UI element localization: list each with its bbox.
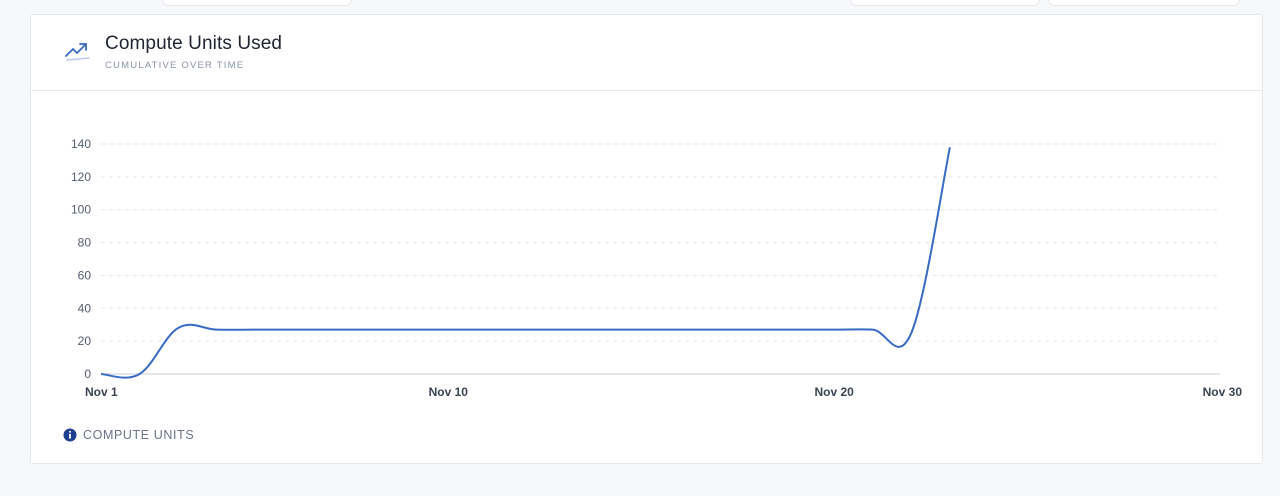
x-tick-label: Nov 30 bbox=[1203, 385, 1243, 399]
y-tick-label: 40 bbox=[78, 301, 92, 315]
x-tick-label: Nov 20 bbox=[814, 385, 854, 399]
top-control-right-2[interactable] bbox=[1048, 0, 1240, 6]
compute-units-card: Compute Units Used CUMULATIVE OVER TIME … bbox=[30, 14, 1263, 464]
info-icon bbox=[63, 428, 77, 442]
legend-label: COMPUTE UNITS bbox=[83, 428, 195, 442]
top-control-left[interactable] bbox=[162, 0, 352, 6]
x-tick-label: Nov 1 bbox=[85, 385, 118, 399]
chart-legend[interactable]: COMPUTE UNITS bbox=[63, 428, 194, 442]
y-tick-label: 140 bbox=[71, 137, 91, 151]
y-tick-label: 80 bbox=[78, 236, 92, 250]
series-line-compute-units bbox=[100, 147, 951, 379]
line-chart: 0 20 40 60 80 100 120 140 Nov 1 Nov 10 Nov 20 Nov 3… bbox=[71, 137, 1243, 399]
y-tick-label: 100 bbox=[71, 203, 91, 217]
y-tick-label: 60 bbox=[78, 268, 92, 282]
y-tick-label: 20 bbox=[78, 334, 92, 348]
y-tick-label: 120 bbox=[71, 170, 91, 184]
x-tick-label: Nov 10 bbox=[429, 385, 469, 399]
top-control-right-1[interactable] bbox=[850, 0, 1040, 6]
y-tick-label: 0 bbox=[84, 367, 91, 381]
